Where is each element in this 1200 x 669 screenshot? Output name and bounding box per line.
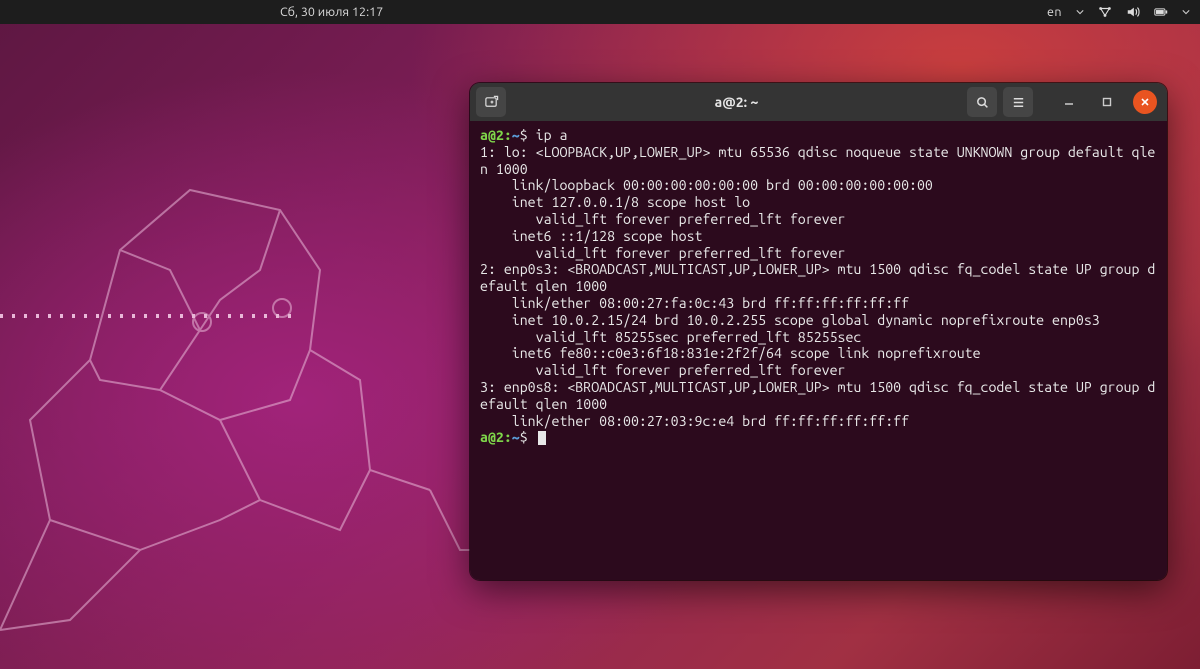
chevron-down-icon — [1076, 8, 1084, 16]
window-maximize-button[interactable] — [1095, 90, 1119, 114]
battery-icon[interactable] — [1154, 5, 1168, 19]
terminal-command: ip a — [536, 127, 568, 143]
window-title: a@2: ~ — [512, 94, 961, 110]
volume-icon[interactable] — [1126, 5, 1140, 19]
terminal-titlebar[interactable]: a@2: ~ — [470, 83, 1167, 121]
close-icon — [1140, 97, 1150, 107]
terminal-window: a@2: ~ a@2:~$ ip a 1: lo: <LOOPBACK,UP,L… — [470, 83, 1167, 580]
maximize-icon — [1102, 97, 1112, 107]
prompt-user: a@2 — [480, 127, 504, 143]
minimize-icon — [1064, 97, 1074, 107]
chevron-down-icon — [1182, 8, 1190, 16]
window-close-button[interactable] — [1133, 90, 1157, 114]
new-tab-button[interactable] — [476, 87, 506, 117]
search-button[interactable] — [967, 87, 997, 117]
search-icon — [975, 95, 990, 110]
gnome-topbar: Сб, 30 июля 12:17 en — [0, 0, 1200, 24]
terminal-output: 1: lo: <LOOPBACK,UP,LOWER_UP> mtu 65536 … — [480, 144, 1155, 429]
wallpaper-dots — [0, 314, 300, 318]
window-minimize-button[interactable] — [1057, 90, 1081, 114]
wallpaper-fossa-art — [0, 120, 520, 640]
keyboard-layout-indicator[interactable]: en — [1047, 5, 1062, 19]
terminal-cursor — [538, 431, 546, 445]
topbar-datetime[interactable]: Сб, 30 июля 12:17 — [280, 5, 383, 19]
terminal-body[interactable]: a@2:~$ ip a 1: lo: <LOOPBACK,UP,LOWER_UP… — [470, 121, 1167, 580]
menu-icon — [1011, 95, 1026, 110]
topbar-indicators[interactable]: en — [1047, 5, 1190, 19]
hamburger-menu-button[interactable] — [1003, 87, 1033, 117]
prompt-path: ~ — [512, 127, 520, 143]
network-icon[interactable] — [1098, 5, 1112, 19]
